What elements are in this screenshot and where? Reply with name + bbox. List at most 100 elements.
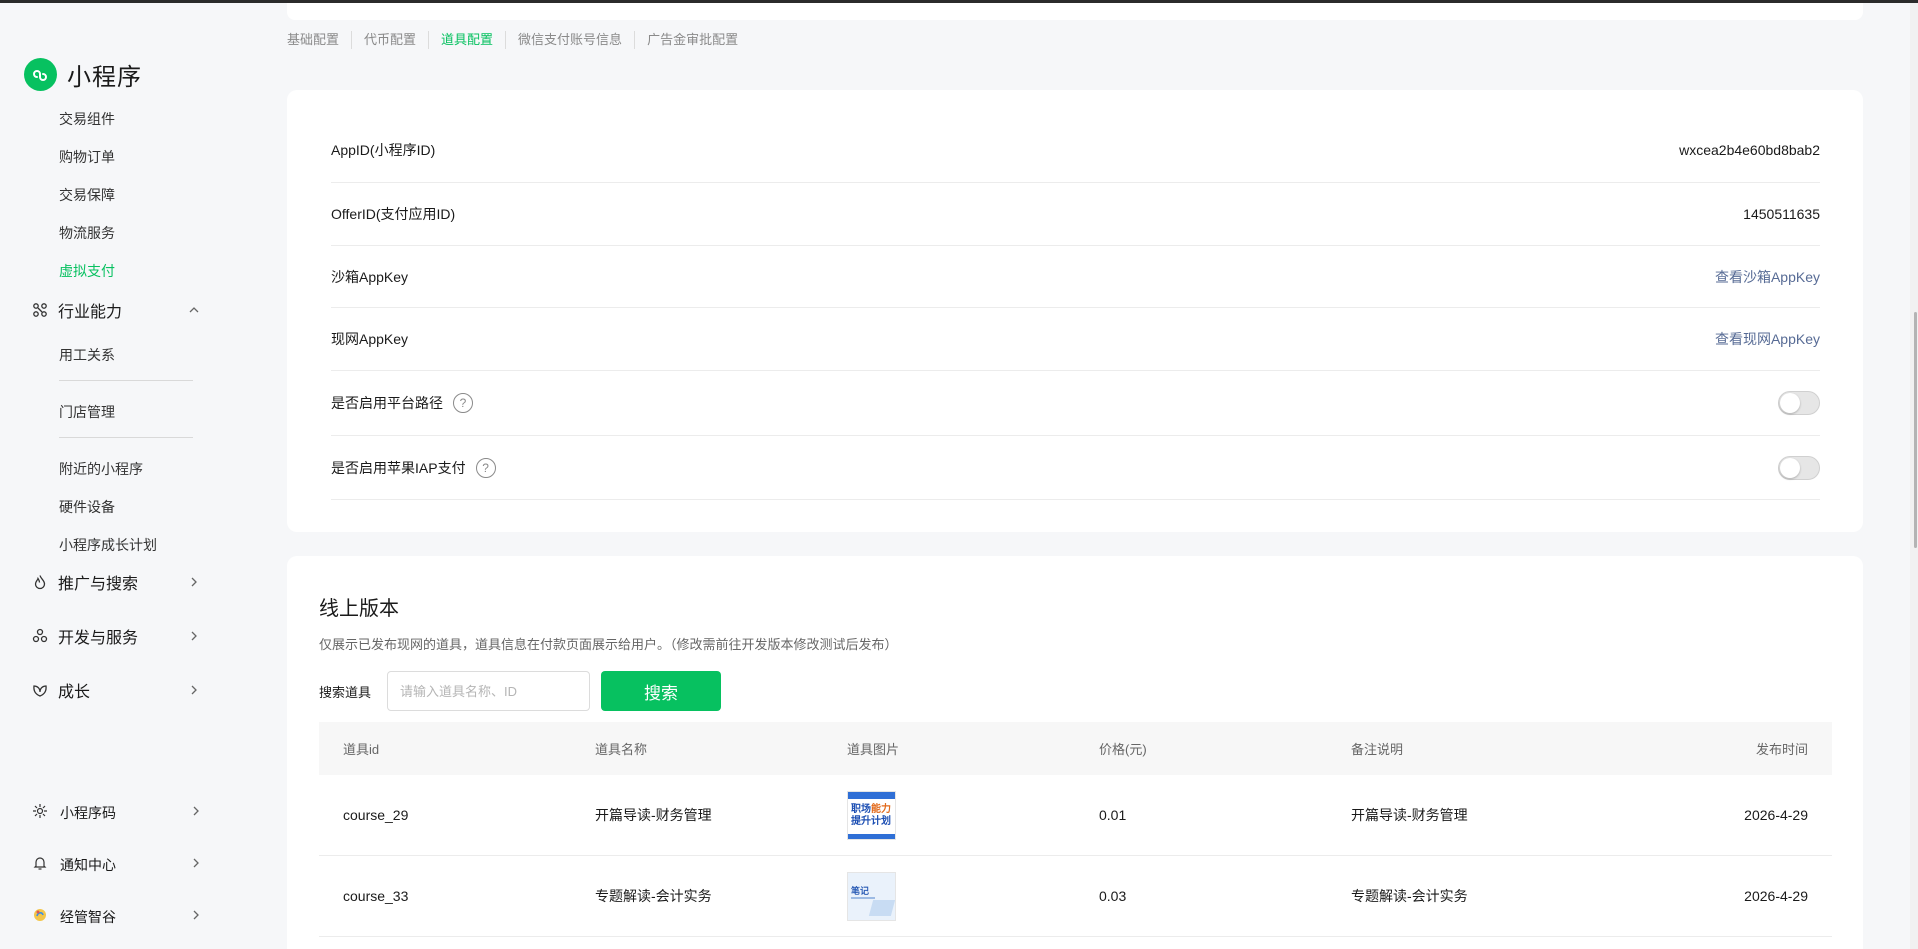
sun-code-icon bbox=[32, 803, 48, 824]
payment-config-card: AppID(小程序ID) wxcea2b4e60bd8bab2 OfferID(… bbox=[287, 90, 1863, 532]
appid-label: AppID(小程序ID) bbox=[331, 142, 436, 158]
view-sandbox-appkey-link[interactable]: 查看沙箱AppKey bbox=[1715, 267, 1820, 287]
sidebar-group-label: 成长 bbox=[58, 684, 91, 701]
item-thumbnail[interactable]: 职场能力 提升计划 bbox=[847, 790, 896, 840]
item-id-cell: course_29 bbox=[343, 807, 409, 823]
view-live-appkey-link[interactable]: 查看现网AppKey bbox=[1715, 329, 1820, 349]
thumbnail-text: 能力 bbox=[871, 803, 891, 815]
appid-row: AppID(小程序ID) wxcea2b4e60bd8bab2 bbox=[331, 118, 1820, 183]
sidebar-item-virtual-payment[interactable]: 虚拟支付 bbox=[59, 261, 115, 281]
offerid-value: 1450511635 bbox=[1743, 206, 1820, 222]
sidebar-item-logistics[interactable]: 物流服务 bbox=[59, 223, 115, 243]
growth-leaf-icon bbox=[32, 682, 48, 698]
tab-wechat-pay-account[interactable]: 微信支付账号信息 bbox=[505, 31, 634, 49]
item-search-input[interactable] bbox=[387, 671, 590, 711]
brand[interactable]: 小程序 bbox=[24, 57, 142, 92]
column-header: 道具图片 bbox=[847, 742, 900, 757]
thumbnail-text: 提升计划 bbox=[851, 815, 891, 827]
sidebar-item-label: 小程序码 bbox=[60, 805, 116, 821]
online-version-card: 线上版本 仅展示已发布现网的道具，道具信息在付款页面展示给用户。（修改需前往开发… bbox=[287, 556, 1863, 949]
sandbox-appkey-label: 沙箱AppKey bbox=[331, 268, 409, 285]
tab-basic-config[interactable]: 基础配置 bbox=[287, 31, 351, 49]
help-question-icon[interactable]: ? bbox=[453, 393, 473, 413]
sidebar-group-promotion[interactable]: 推广与搜索 bbox=[32, 569, 202, 595]
item-thumbnail[interactable]: 笔记 bbox=[847, 871, 896, 921]
sidebar-item-hardware[interactable]: 硬件设备 bbox=[59, 497, 115, 517]
sidebar-item-growth-plan[interactable]: 小程序成长计划 bbox=[59, 535, 157, 555]
appid-value: wxcea2b4e60bd8bab2 bbox=[1679, 142, 1820, 158]
chevron-right-icon bbox=[186, 574, 202, 590]
apple-iap-row: 是否启用苹果IAP支付 ? bbox=[331, 436, 1820, 500]
sidebar-item-trade-guarantee[interactable]: 交易保障 bbox=[59, 185, 115, 205]
item-price-cell: 0.01 bbox=[1099, 807, 1127, 823]
bell-icon bbox=[32, 855, 48, 876]
flame-icon bbox=[32, 574, 48, 590]
platform-path-label: 是否启用平台路径 bbox=[331, 395, 443, 411]
dev-services-icon bbox=[32, 628, 48, 644]
sidebar-item-trade-components[interactable]: 交易组件 bbox=[59, 109, 115, 129]
item-image-cell: 笔记 bbox=[847, 856, 896, 936]
sidebar-item-store-management[interactable]: 门店管理 bbox=[59, 402, 115, 422]
sidebar-group-label: 推广与搜索 bbox=[58, 576, 139, 593]
search-label: 搜索道具 bbox=[319, 685, 372, 700]
chevron-right-icon bbox=[186, 628, 202, 644]
platform-path-row: 是否启用平台路径 ? bbox=[331, 371, 1820, 436]
chevron-right-icon bbox=[190, 856, 202, 874]
sidebar-divider bbox=[59, 437, 193, 438]
item-date-cell: 2026-4-29 bbox=[1744, 888, 1808, 904]
tab-item-config[interactable]: 道具配置 bbox=[428, 31, 505, 49]
industry-nodes-icon bbox=[32, 302, 48, 318]
table-row: course_33 专题解读-会计实务 笔记 0.03 专题解读-会计实务 20… bbox=[319, 856, 1832, 937]
thumbnail-text: 职场 bbox=[851, 803, 871, 815]
sidebar-item-qrcode[interactable]: 小程序码 bbox=[32, 801, 202, 825]
offerid-row: OfferID(支付应用ID) 1450511635 bbox=[331, 183, 1820, 246]
column-header: 发布时间 bbox=[1755, 742, 1808, 757]
sidebar: 小程序 交易组件 购物订单 交易保障 物流服务 虚拟支付 行业能力 用工关系 门… bbox=[0, 3, 230, 949]
page-scrollbar-thumb[interactable] bbox=[1914, 312, 1917, 548]
apple-iap-toggle[interactable] bbox=[1778, 455, 1820, 480]
thumbnail-text: 笔记 bbox=[851, 885, 870, 896]
help-question-icon[interactable]: ? bbox=[475, 457, 496, 478]
apple-iap-label: 是否启用苹果IAP支付 bbox=[331, 459, 466, 476]
top-card-edge bbox=[287, 3, 1863, 20]
chevron-right-icon bbox=[190, 804, 202, 822]
live-appkey-row: 现网AppKey 查看现网AppKey bbox=[331, 308, 1820, 371]
sidebar-group-growth[interactable]: 成长 bbox=[32, 677, 202, 703]
column-header: 道具id bbox=[343, 742, 380, 757]
section-title: 线上版本 bbox=[319, 598, 399, 620]
item-date-cell: 2026-4-29 bbox=[1744, 807, 1808, 823]
sidebar-group-industry[interactable]: 行业能力 bbox=[32, 297, 202, 323]
mini-program-logo-icon bbox=[24, 58, 57, 91]
sidebar-item-notifications[interactable]: 通知中心 bbox=[32, 853, 202, 877]
table-header: 道具id 道具名称 道具图片 价格(元) 备注说明 发布时间 bbox=[319, 722, 1832, 775]
item-note-cell: 开篇导读-财务管理 bbox=[1351, 807, 1468, 823]
chevron-right-icon bbox=[190, 908, 202, 926]
item-name-cell: 专题解读-会计实务 bbox=[595, 888, 712, 904]
chevron-right-icon bbox=[186, 682, 202, 698]
sidebar-item-label: 经管智谷 bbox=[60, 909, 116, 925]
tab-ad-fund-approval[interactable]: 广告金审批配置 bbox=[634, 31, 750, 49]
platform-path-toggle[interactable] bbox=[1778, 391, 1820, 415]
sidebar-item-jingguan[interactable]: 经管智谷 bbox=[32, 905, 202, 929]
item-note-cell: 专题解读-会计实务 bbox=[1351, 888, 1468, 904]
table-row: course_29 开篇导读-财务管理 职场能力 提升计划 0.01 开篇导读-财… bbox=[319, 775, 1832, 856]
jingguan-app-icon bbox=[32, 907, 48, 928]
sidebar-item-label: 通知中心 bbox=[60, 857, 116, 873]
search-button[interactable]: 搜索 bbox=[601, 671, 721, 711]
item-name-cell: 开篇导读-财务管理 bbox=[595, 807, 712, 823]
offerid-label: OfferID(支付应用ID) bbox=[331, 206, 456, 222]
sidebar-item-employment[interactable]: 用工关系 bbox=[59, 345, 115, 365]
column-header: 价格(元) bbox=[1099, 742, 1147, 757]
config-tabs: 基础配置 代币配置 道具配置 微信支付账号信息 广告金审批配置 bbox=[287, 31, 750, 49]
section-description: 仅展示已发布现网的道具，道具信息在付款页面展示给用户。（修改需前往开发版本修改测… bbox=[319, 637, 898, 652]
column-header: 道具名称 bbox=[595, 742, 648, 757]
sandbox-appkey-row: 沙箱AppKey 查看沙箱AppKey bbox=[331, 246, 1820, 308]
sidebar-group-dev-services[interactable]: 开发与服务 bbox=[32, 623, 202, 649]
sidebar-item-shopping-orders[interactable]: 购物订单 bbox=[59, 147, 115, 167]
sidebar-item-nearby[interactable]: 附近的小程序 bbox=[59, 459, 143, 479]
item-price-cell: 0.03 bbox=[1099, 888, 1127, 904]
column-header: 备注说明 bbox=[1351, 742, 1404, 757]
item-id-cell: course_33 bbox=[343, 888, 409, 904]
tab-token-config[interactable]: 代币配置 bbox=[351, 31, 428, 49]
sidebar-group-label: 行业能力 bbox=[58, 304, 123, 321]
